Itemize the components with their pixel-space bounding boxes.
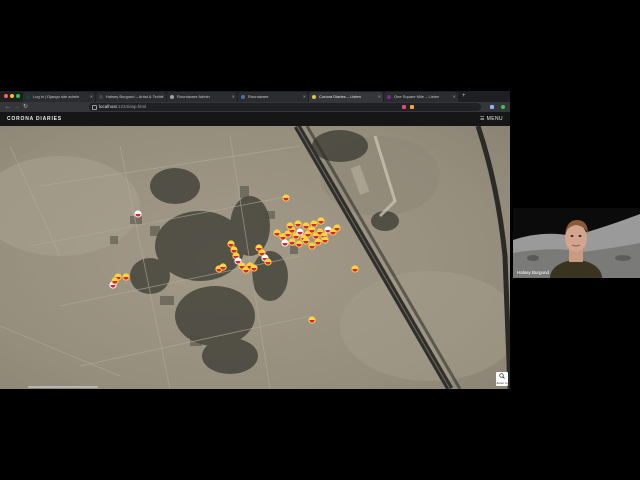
map-marker-icon[interactable] — [302, 237, 310, 245]
map-marker-icon[interactable] — [219, 263, 227, 271]
site-logo[interactable]: CORONA DIARIES — [7, 112, 62, 126]
extension-icon[interactable] — [410, 105, 414, 109]
cast-icon[interactable] — [490, 105, 494, 109]
map-marker-icon[interactable] — [264, 258, 272, 266]
map-marker-icon[interactable] — [321, 236, 329, 244]
address-bar[interactable]: localhost:1234/asp.html — [89, 103, 481, 111]
tab-label: Corona Diaries – Listen — [319, 94, 361, 99]
tab-roundware[interactable]: Roundware ✕ — [238, 92, 308, 102]
minimize-window-icon[interactable] — [10, 94, 14, 98]
tab-roundware-admin[interactable]: Roundware Admin ✕ — [167, 92, 237, 102]
close-tab-icon[interactable]: ✕ — [378, 92, 381, 102]
map-marker-icon[interactable] — [351, 265, 359, 273]
map-marker-icon[interactable] — [282, 194, 290, 202]
profile-avatar-icon[interactable] — [501, 105, 505, 109]
map-marker-icon[interactable] — [314, 238, 322, 246]
map-marker-icon[interactable] — [134, 210, 142, 218]
map-marker-icon[interactable] — [281, 239, 289, 247]
extension-icon[interactable] — [402, 105, 406, 109]
tab-corona-diaries[interactable]: Corona Diaries – Listen ✕ — [309, 92, 383, 102]
info-icon[interactable] — [92, 105, 97, 110]
url-path: :1234/asp.html — [116, 104, 147, 109]
tab-halsey-burgund[interactable]: Halsey Burgund – Artist & Techn ✕ — [96, 92, 166, 102]
tab-label: Log in | Django site admin — [33, 94, 80, 99]
menu-button[interactable]: ☰ MENU — [480, 112, 503, 126]
close-tab-icon[interactable]: ✕ — [453, 92, 456, 102]
corona-diaries-favicon-icon — [312, 95, 316, 99]
map-marker-icon[interactable] — [122, 273, 130, 281]
back-arrow-icon[interactable]: ← — [5, 102, 11, 112]
close-tab-icon[interactable]: ✕ — [90, 92, 93, 102]
close-tab-icon[interactable]: ✕ — [303, 92, 306, 102]
site-header: CORONA DIARIES ☰ MENU — [0, 112, 510, 126]
zoom-in-button[interactable]: Zoom In — [496, 372, 508, 386]
map-marker-icon[interactable] — [302, 222, 310, 230]
map-marker-icon[interactable] — [111, 277, 119, 285]
tab-label: Halsey Burgund – Artist & Techn — [106, 94, 164, 99]
map-marker-icon[interactable] — [296, 228, 304, 236]
tab-label: Roundware Admin — [177, 94, 210, 99]
webcam-overlay: Halsey Burgund — [513, 208, 640, 278]
map-marker-icon[interactable] — [288, 238, 296, 246]
zoom-in-label: Zoom In — [496, 381, 508, 385]
maximize-window-icon[interactable] — [16, 94, 20, 98]
webcam-video — [513, 208, 640, 278]
horizontal-scrollbar[interactable] — [28, 386, 98, 388]
satellite-map[interactable]: Zoom In — [0, 126, 510, 389]
map-marker-icon[interactable] — [295, 240, 303, 248]
zoom-in-icon — [499, 373, 505, 379]
reload-icon[interactable]: ↻ — [23, 102, 28, 112]
browser-toolbar: ← → ↻ localhost:1234/asp.html — [0, 102, 510, 112]
tab-label: One Square Mile – Listen — [394, 94, 440, 99]
map-marker-icon[interactable] — [250, 264, 258, 272]
url-host: localhost — [99, 104, 117, 109]
map-marker-icon[interactable] — [286, 222, 294, 230]
close-tab-icon[interactable]: ✕ — [232, 92, 235, 102]
tab-django-admin[interactable]: Log in | Django site admin ✕ — [23, 92, 95, 102]
tab-label: Roundware — [248, 94, 269, 99]
django-favicon-icon — [26, 95, 30, 99]
tab-bar: Log in | Django site admin ✕ Halsey Burg… — [0, 91, 510, 102]
map-marker-icon[interactable] — [294, 220, 302, 228]
roundware-favicon-icon — [241, 95, 245, 99]
browser-window: Log in | Django site admin ✕ Halsey Burg… — [0, 91, 510, 389]
map-marker-icon[interactable] — [317, 217, 325, 225]
site-favicon-icon — [99, 95, 103, 99]
map-marker-icon[interactable] — [308, 242, 316, 250]
new-tab-button[interactable]: + — [462, 92, 466, 101]
globe-favicon-icon — [170, 95, 174, 99]
participant-name: Halsey Burgund — [517, 270, 550, 275]
forward-arrow-icon[interactable]: → — [14, 102, 20, 112]
map-canvas[interactable] — [0, 126, 510, 389]
close-window-icon[interactable] — [4, 94, 8, 98]
one-square-mile-favicon-icon — [387, 95, 391, 99]
map-marker-icon[interactable] — [310, 220, 318, 228]
map-marker-icon[interactable] — [308, 316, 316, 324]
map-marker-icon[interactable] — [273, 229, 281, 237]
tab-one-square-mile[interactable]: One Square Mile – Listen ✕ — [384, 92, 458, 102]
close-tab-icon[interactable]: ✕ — [161, 92, 164, 102]
map-marker-icon[interactable] — [333, 224, 341, 232]
